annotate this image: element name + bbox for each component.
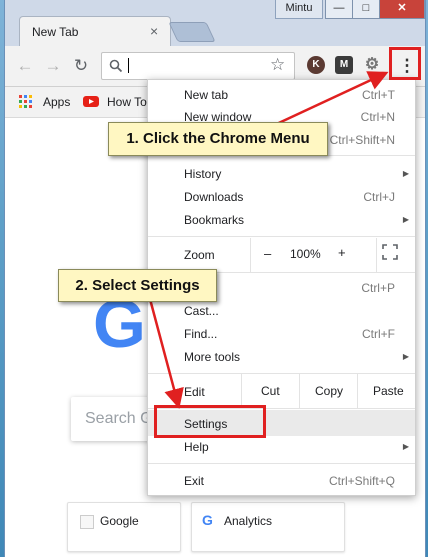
menu-help[interactable]: Help <box>184 440 209 454</box>
forward-icon[interactable]: → <box>43 56 63 76</box>
new-tab-button[interactable] <box>168 22 216 42</box>
back-icon[interactable]: ← <box>15 56 35 76</box>
submenu-arrow-icon: ▶ <box>402 215 409 224</box>
menu-bookmarks[interactable]: Bookmarks <box>184 213 244 227</box>
zoom-divider <box>250 238 251 272</box>
submenu-arrow-icon: ▶ <box>402 442 409 451</box>
edit-cut-button[interactable]: Cut <box>241 374 300 408</box>
paste-label: Paste <box>373 384 404 398</box>
shortcut-new-tab: Ctrl+T <box>362 88 395 102</box>
zoom-level: 100% <box>290 247 321 261</box>
menu-separator <box>148 463 415 464</box>
tab-new-tab[interactable]: New Tab × <box>19 16 171 47</box>
submenu-arrow-icon: ▶ <box>402 169 409 178</box>
reload-icon[interactable]: ↻ <box>71 56 91 76</box>
text-cursor <box>128 58 129 73</box>
profile-button[interactable]: Mintu <box>275 0 323 19</box>
menu-cast[interactable]: Cast... <box>184 304 219 318</box>
shortcut-new-window: Ctrl+N <box>360 110 395 124</box>
youtube-icon <box>83 96 99 107</box>
edit-copy-button[interactable]: Copy <box>299 374 358 408</box>
tile-google[interactable]: Google <box>67 502 181 552</box>
shortcut-downloads: Ctrl+J <box>363 190 395 204</box>
edit-paste-button[interactable]: Paste <box>357 374 416 408</box>
search-placeholder: Search G <box>85 410 153 427</box>
minimize-button[interactable]: — <box>325 0 353 19</box>
extension-gear-icon[interactable]: ⚙ <box>363 56 381 74</box>
menu-zoom: Zoom <box>184 248 215 262</box>
title-bar: New Tab × Mintu — □ ✕ <box>5 0 425 47</box>
tile-label: Google <box>100 514 139 528</box>
step2-callout: 2. Select Settings <box>58 269 217 302</box>
search-icon <box>109 59 123 73</box>
settings-highlight-box <box>154 405 266 438</box>
bookmark-apps[interactable]: Apps <box>43 95 70 109</box>
menu-new-tab[interactable]: New tab <box>184 88 228 102</box>
shortcut-new-incognito: Ctrl+Shift+N <box>329 133 395 147</box>
shortcut-exit: Ctrl+Shift+Q <box>328 474 395 488</box>
page-icon <box>80 515 94 529</box>
menu-edit: Edit <box>184 385 205 399</box>
zoom-out-button[interactable]: – <box>264 246 271 261</box>
zoom-divider <box>376 238 377 272</box>
close-button[interactable]: ✕ <box>379 0 425 19</box>
shortcut-print: Ctrl+P <box>361 281 395 295</box>
zoom-in-button[interactable]: + <box>338 245 346 260</box>
copy-label: Copy <box>315 384 344 398</box>
address-bar[interactable]: ☆ <box>101 52 295 80</box>
tile-analytics[interactable]: G Analytics <box>191 502 345 552</box>
menu-history[interactable]: History <box>184 167 221 181</box>
shortcut-find: Ctrl+F <box>362 327 395 341</box>
menu-exit[interactable]: Exit <box>184 474 204 488</box>
menu-separator <box>148 236 415 237</box>
bookmark-howto[interactable]: How To <box>107 95 147 109</box>
tab-title: New Tab <box>32 25 79 39</box>
tile-label: Analytics <box>224 514 273 528</box>
cut-label: Cut <box>261 384 280 398</box>
apps-grid-icon <box>19 95 33 109</box>
fullscreen-icon[interactable] <box>382 244 398 260</box>
extension-m-icon[interactable]: M <box>335 56 353 74</box>
step1-callout: 1. Click the Chrome Menu <box>108 122 328 156</box>
menu-more-tools[interactable]: More tools <box>184 350 240 364</box>
menu-downloads[interactable]: Downloads <box>184 190 243 204</box>
tab-close-icon[interactable]: × <box>150 23 158 39</box>
menu-find[interactable]: Find... <box>184 327 217 341</box>
star-icon[interactable]: ☆ <box>270 55 285 75</box>
maximize-button[interactable]: □ <box>352 0 380 19</box>
menu-highlight-box <box>389 47 421 80</box>
extension-k-icon[interactable]: K <box>307 56 325 74</box>
google-g-icon: G <box>202 512 213 528</box>
submenu-arrow-icon: ▶ <box>402 352 409 361</box>
